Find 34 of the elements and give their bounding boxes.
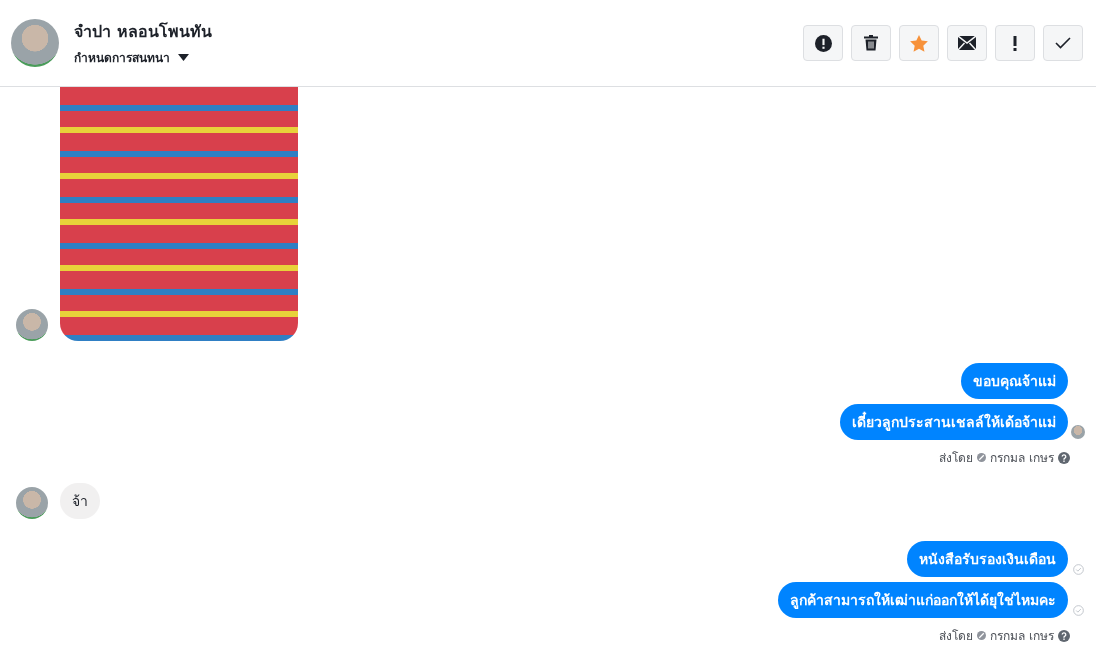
verified-icon bbox=[977, 631, 987, 640]
contact-avatar bbox=[16, 309, 48, 341]
help-icon[interactable] bbox=[1058, 451, 1070, 464]
sent-by-label: ส่งโดย bbox=[939, 628, 974, 645]
help-icon[interactable] bbox=[1058, 629, 1070, 642]
sent-check-icon bbox=[1072, 604, 1084, 616]
contact-name: จำปา หลอนโพนทัน bbox=[74, 21, 213, 43]
sent-check-icon bbox=[1072, 563, 1084, 575]
alert-icon bbox=[814, 34, 832, 52]
verified-icon bbox=[977, 453, 987, 462]
outgoing-message: ลูกค้าสามารถให้เฒ่าแก่ออกให้ได้ยุใช่ไหมคะ bbox=[778, 582, 1068, 618]
trash-icon bbox=[864, 35, 878, 51]
mail-button[interactable] bbox=[947, 25, 987, 61]
trash-button[interactable] bbox=[851, 25, 891, 61]
seen-avatar bbox=[1071, 425, 1085, 439]
exclaim-button[interactable] bbox=[995, 25, 1035, 61]
star-icon bbox=[910, 34, 928, 52]
sender-name: กรกมล เกษร bbox=[990, 628, 1054, 645]
contact-avatar bbox=[11, 19, 59, 67]
alert-button[interactable] bbox=[803, 25, 843, 61]
conversation-menu[interactable]: กำหนดการสนทนา bbox=[74, 48, 803, 67]
envelope-icon bbox=[958, 36, 976, 50]
sender-name: กรกมล เกษร bbox=[990, 450, 1054, 467]
contact-avatar bbox=[16, 487, 48, 519]
outgoing-message: ขอบคุณจ้าแม่ bbox=[961, 363, 1068, 399]
outgoing-message: เดี๋ยวลูกประสานเชลล์ให้เด้อจ้าแม่ bbox=[840, 404, 1068, 440]
caret-icon bbox=[178, 54, 189, 61]
outgoing-message: หนังสือรับรองเงินเดือน bbox=[907, 541, 1068, 577]
check-icon bbox=[1055, 37, 1071, 49]
sent-by-label: ส่งโดย bbox=[939, 450, 974, 467]
star-button[interactable] bbox=[899, 25, 939, 61]
exclamation-icon bbox=[1013, 35, 1017, 51]
incoming-message: จ้า bbox=[60, 483, 100, 519]
check-button[interactable] bbox=[1043, 25, 1083, 61]
